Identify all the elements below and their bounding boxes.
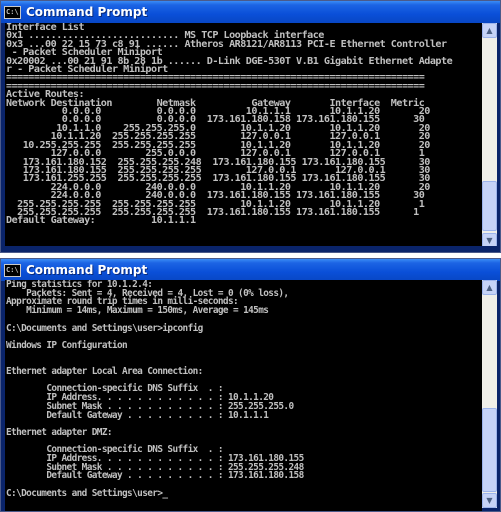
console-line: Default Gateway . . . . . . . . . : 10.1… — [6, 409, 269, 421]
scrollbar-thumb[interactable] — [482, 408, 497, 492]
console-output[interactable]: Interface List 0x1 .....................… — [5, 23, 482, 248]
console-line: C:\Documents and Settings\user> — [6, 487, 163, 499]
window-title: Command Prompt — [26, 263, 148, 277]
console-text: Interface List 0x1 .....................… — [5, 23, 482, 226]
window-title: Command Prompt — [26, 5, 148, 19]
vertical-scrollbar[interactable]: ▲ ▼ — [482, 280, 497, 508]
vertical-scrollbar[interactable]: ▲ ▼ — [482, 23, 497, 248]
console-line: Windows IP Configuration — [6, 339, 128, 351]
title-bar[interactable]: C:\ Command Prompt — [1, 1, 500, 23]
console-line: Default Gateway . . . . . . . . . : 173.… — [6, 470, 304, 482]
command-prompt-icon[interactable]: C:\ — [4, 263, 21, 277]
command-prompt-window-bottom[interactable]: C:\ Command Prompt Ping statistics for 1… — [0, 258, 501, 512]
scroll-up-arrow-icon[interactable]: ▲ — [482, 280, 497, 295]
console-line: Ethernet adapter DMZ: — [6, 426, 113, 438]
command-prompt-window-top[interactable]: C:\ Command Prompt Interface List 0x1 ..… — [0, 0, 501, 253]
title-bar[interactable]: C:\ Command Prompt — [1, 259, 500, 281]
console-line: Minimum = 14ms, Maximum = 150ms, Average… — [6, 305, 269, 317]
console-output[interactable]: Ping statistics for 10.1.2.4: Packets: S… — [5, 280, 482, 511]
console-text: Ping statistics for 10.1.2.4: Packets: S… — [5, 280, 482, 499]
console-line: C:\Documents and Settings\user>ipconfig — [6, 322, 203, 334]
command-prompt-icon[interactable]: C:\ — [4, 5, 21, 19]
console-line: Default Gateway: 10.1.1.1 — [6, 215, 196, 227]
scroll-up-arrow-icon[interactable]: ▲ — [482, 23, 497, 38]
console-line: Ethernet adapter Local Area Connection: — [6, 366, 203, 378]
text-cursor: _ — [162, 487, 168, 499]
window-frame-bottom — [1, 246, 500, 252]
scrollbar-thumb[interactable] — [482, 181, 497, 231]
scroll-down-arrow-icon[interactable]: ▼ — [482, 493, 497, 508]
